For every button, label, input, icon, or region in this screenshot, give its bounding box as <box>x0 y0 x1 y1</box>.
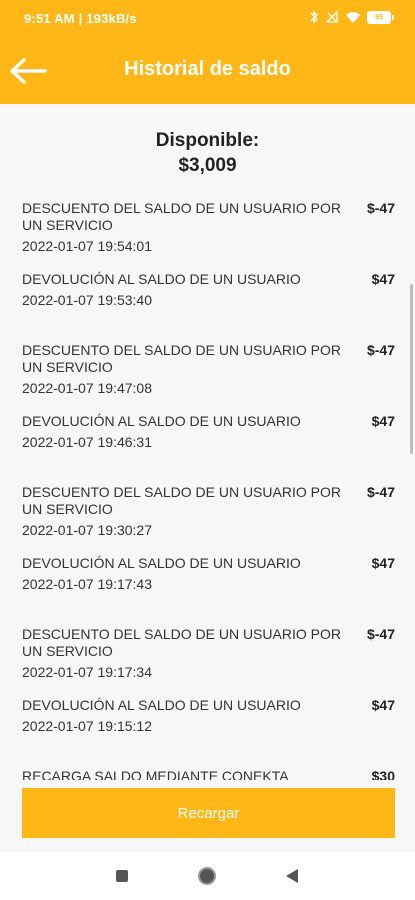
status-time: 9:51 AM | 193kB/s <box>24 11 137 26</box>
transaction-description: DESCUENTO DEL SALDO DE UN USUARIO POR UN… <box>22 484 341 517</box>
app-bar: Historial de saldo <box>0 38 415 104</box>
transaction-date: 2022-01-07 19:53:40 <box>22 292 152 308</box>
transaction-amount: $30 <box>371 768 395 780</box>
list-item[interactable]: DESCUENTO DEL SALDO DE UN USUARIO POR UN… <box>0 200 415 271</box>
list-item[interactable]: DESCUENTO DEL SALDO DE UN USUARIO POR UN… <box>0 626 415 697</box>
status-bar: 9:51 AM | 193kB/s 99 <box>0 0 415 38</box>
transaction-amount: $-47 <box>366 200 395 216</box>
system-nav-bar <box>0 852 415 900</box>
transaction-date: 2022-01-07 19:30:27 <box>22 522 152 538</box>
list-item[interactable]: DEVOLUCIÓN AL SALDO DE UN USUARIO 2022-0… <box>0 555 415 626</box>
nav-back-icon[interactable] <box>286 869 298 883</box>
transaction-date: 2022-01-07 19:17:43 <box>22 576 152 592</box>
recharge-button[interactable]: Recargar <box>22 788 395 838</box>
recent-apps-icon[interactable] <box>116 870 128 882</box>
list-item[interactable]: DEVOLUCIÓN AL SALDO DE UN USUARIO 2022-0… <box>0 271 415 342</box>
transaction-amount: $47 <box>371 271 395 287</box>
bottom-action-area: Recargar <box>0 780 415 852</box>
transaction-description: DESCUENTO DEL SALDO DE UN USUARIO POR UN… <box>22 342 341 375</box>
list-item[interactable]: DEVOLUCIÓN AL SALDO DE UN USUARIO 2022-0… <box>0 697 415 768</box>
transaction-amount: $-47 <box>366 342 395 358</box>
list-item[interactable]: DESCUENTO DEL SALDO DE UN USUARIO POR UN… <box>0 342 415 413</box>
scrollbar[interactable] <box>410 284 413 454</box>
transaction-amount: $-47 <box>366 484 395 500</box>
list-item[interactable]: DESCUENTO DEL SALDO DE UN USUARIO POR UN… <box>0 484 415 555</box>
battery-icon: 99 <box>367 10 394 24</box>
bluetooth-icon <box>310 10 318 24</box>
transaction-amount: $47 <box>371 697 395 713</box>
transaction-amount: $47 <box>371 555 395 571</box>
transaction-date: 2022-01-07 19:15:12 <box>22 718 152 734</box>
transaction-list: DESCUENTO DEL SALDO DE UN USUARIO POR UN… <box>0 200 415 780</box>
transaction-description: RECARGA SALDO MEDIANTE CONEKTA <box>22 768 289 780</box>
signal-off-icon <box>325 10 338 23</box>
transaction-description: DEVOLUCIÓN AL SALDO DE UN USUARIO <box>22 555 301 571</box>
transaction-date: 2022-01-07 19:47:08 <box>22 380 152 396</box>
transaction-description: DEVOLUCIÓN AL SALDO DE UN USUARIO <box>22 271 301 287</box>
list-item[interactable]: RECARGA SALDO MEDIANTE CONEKTA $30 <box>0 768 415 780</box>
transaction-amount: $-47 <box>366 626 395 642</box>
page-title: Historial de saldo <box>124 58 291 80</box>
transaction-date: 2022-01-07 19:46:31 <box>22 434 152 450</box>
transaction-date: 2022-01-07 19:54:01 <box>22 238 152 254</box>
transaction-amount: $47 <box>371 413 395 429</box>
transaction-description: DEVOLUCIÓN AL SALDO DE UN USUARIO <box>22 413 301 429</box>
home-icon[interactable] <box>198 867 216 885</box>
list-item[interactable]: DEVOLUCIÓN AL SALDO DE UN USUARIO 2022-0… <box>0 413 415 484</box>
transaction-description: DESCUENTO DEL SALDO DE UN USUARIO POR UN… <box>22 200 341 233</box>
transaction-description: DESCUENTO DEL SALDO DE UN USUARIO POR UN… <box>22 626 341 659</box>
transaction-description: DEVOLUCIÓN AL SALDO DE UN USUARIO <box>22 697 301 713</box>
status-icons: 99 <box>309 10 394 24</box>
transaction-date: 2022-01-07 19:17:34 <box>22 664 152 680</box>
balance-label: Disponible: <box>155 130 260 151</box>
content-area[interactable]: Disponible: $3,009 DESCUENTO DEL SALDO D… <box>0 104 415 780</box>
wifi-icon <box>346 11 360 23</box>
balance-value: $3,009 <box>178 155 237 176</box>
balance-block: Disponible: $3,009 <box>0 104 415 186</box>
